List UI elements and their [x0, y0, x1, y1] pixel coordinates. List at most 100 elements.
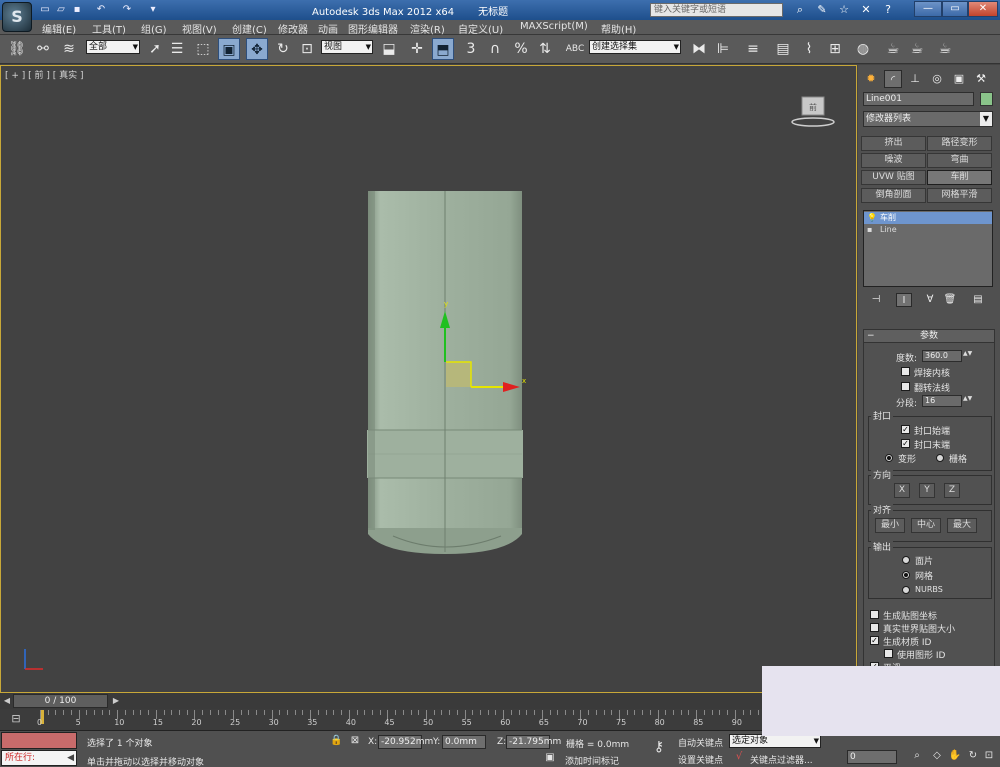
x-coord-field[interactable]: -20.952mm: [378, 735, 433, 749]
utilities-tab-icon[interactable]: ⚒: [972, 70, 990, 88]
modifier-noise-button[interactable]: 噪波: [861, 153, 926, 168]
align-center-button[interactable]: 中心: [911, 518, 941, 533]
cap-end-checkbox[interactable]: ✓: [901, 439, 910, 448]
menu-modifiers[interactable]: 修改器: [278, 21, 308, 36]
stack-item-line[interactable]: ▪ Line: [864, 224, 992, 236]
grid-radio[interactable]: [936, 454, 944, 462]
rendered-frame-window-icon[interactable]: ☕: [906, 38, 928, 60]
mesh-radio[interactable]: [902, 571, 910, 579]
direction-x-button[interactable]: X: [894, 483, 910, 498]
time-slider-thumb[interactable]: 0 / 100: [13, 694, 108, 708]
render-production-icon[interactable]: ☕: [934, 38, 956, 60]
undo-icon[interactable]: ↶: [94, 2, 108, 18]
star-icon[interactable]: ☆: [836, 2, 852, 18]
cap-start-checkbox[interactable]: ✓: [901, 425, 910, 434]
display-tab-icon[interactable]: ▣: [950, 70, 968, 88]
modifier-path-deform-button[interactable]: 路径变形: [927, 136, 992, 151]
select-manipulate-icon[interactable]: ✛: [406, 38, 428, 60]
modifier-bevel-profile-button[interactable]: 倒角剖面: [861, 188, 926, 203]
direction-y-button[interactable]: Y: [919, 483, 935, 498]
material-editor-icon[interactable]: ◍: [852, 38, 874, 60]
set-key-button[interactable]: 设置关键点: [678, 753, 723, 766]
schematic-view-icon[interactable]: ⊞: [824, 38, 846, 60]
absolute-mode-icon[interactable]: ⊠: [349, 735, 361, 747]
segments-spinner[interactable]: 16: [922, 395, 962, 407]
nurbs-radio[interactable]: [902, 586, 910, 594]
window-crossing-icon[interactable]: ▣: [218, 38, 240, 60]
select-and-scale-icon[interactable]: ⊡: [296, 38, 318, 60]
restore-button[interactable]: ▭: [942, 1, 968, 17]
direction-z-button[interactable]: Z: [944, 483, 960, 498]
menu-rendering[interactable]: 渲染(R): [410, 21, 445, 36]
field-of-view-icon[interactable]: ◇: [930, 750, 944, 764]
pivot-center-icon[interactable]: ⬓: [378, 38, 400, 60]
current-frame-field[interactable]: 0: [847, 750, 897, 764]
align-icon[interactable]: ⊫: [712, 38, 734, 60]
edit-named-selection-icon[interactable]: ABC: [564, 38, 586, 60]
quick-access-dropdown-icon[interactable]: ▾: [146, 2, 160, 18]
use-shape-id-checkbox[interactable]: [884, 649, 893, 658]
weld-core-checkbox[interactable]: [901, 367, 910, 376]
menu-help[interactable]: 帮助(H): [601, 21, 636, 36]
reference-coordinate-dropdown[interactable]: 视图: [321, 40, 373, 54]
modifier-bend-button[interactable]: 弯曲: [927, 153, 992, 168]
unlink-icon[interactable]: ⚯: [32, 38, 54, 60]
auto-key-button[interactable]: 自动关键点: [678, 736, 723, 749]
spinner-arrows-icon[interactable]: ▲▼: [963, 396, 972, 408]
keyboard-shortcut-override-icon[interactable]: ⬒: [432, 38, 454, 60]
help-icon[interactable]: ?: [880, 2, 896, 18]
render-setup-icon[interactable]: ☕: [882, 38, 904, 60]
select-and-move-icon[interactable]: ✥: [246, 38, 268, 60]
minimize-button[interactable]: —: [914, 1, 942, 17]
modifier-uvw-map-button[interactable]: UVW 贴图: [861, 170, 926, 185]
expand-icon[interactable]: ▪: [867, 224, 872, 236]
degrees-spinner[interactable]: 360.0: [922, 350, 962, 362]
real-world-checkbox[interactable]: [870, 623, 879, 632]
percent-snap-icon[interactable]: %: [510, 38, 532, 60]
object-name-field[interactable]: Line001: [863, 92, 974, 106]
menu-tools[interactable]: 工具(T): [92, 21, 126, 36]
lathe-object[interactable]: y x: [1, 66, 858, 694]
stack-item-lathe[interactable]: 💡 车削: [864, 212, 992, 224]
menu-animation[interactable]: 动画: [318, 21, 338, 36]
motion-tab-icon[interactable]: ◎: [928, 70, 946, 88]
menu-views[interactable]: 视图(V): [182, 21, 217, 36]
mirror-icon[interactable]: ⧓: [688, 38, 710, 60]
select-and-rotate-icon[interactable]: ↻: [272, 38, 294, 60]
binoculars-icon[interactable]: ⌕: [792, 2, 808, 18]
select-object-icon[interactable]: ➚: [144, 38, 166, 60]
maxscript-listener-mini[interactable]: [1, 732, 77, 749]
menu-customize[interactable]: 自定义(U): [458, 21, 503, 36]
lightbulb-icon[interactable]: 💡: [867, 212, 877, 224]
menu-group[interactable]: 组(G): [141, 21, 167, 36]
modifier-extrude-button[interactable]: 挤出: [861, 136, 926, 151]
patch-radio[interactable]: [902, 556, 910, 564]
link-icon[interactable]: ⛓: [6, 38, 28, 60]
time-tag-icon[interactable]: ▣: [543, 752, 557, 765]
spinner-arrows-icon[interactable]: ▲▼: [963, 351, 972, 363]
make-unique-icon[interactable]: ∀: [922, 293, 938, 307]
hierarchy-tab-icon[interactable]: ⊥: [906, 70, 924, 88]
selection-filter-dropdown[interactable]: 全部: [86, 40, 140, 54]
previous-frame-icon[interactable]: ◀: [1, 695, 13, 707]
orbit-icon[interactable]: ↻: [966, 750, 980, 764]
modifier-list-dropdown[interactable]: 修改器列表 ▼: [863, 111, 993, 127]
menu-edit[interactable]: 编辑(E): [42, 21, 76, 36]
maximize-viewport-icon[interactable]: ⊡: [982, 750, 996, 764]
menu-graph-editors[interactable]: 图形编辑器: [348, 21, 398, 36]
morph-radio[interactable]: [885, 454, 893, 462]
wrench-icon[interactable]: ✎: [814, 2, 830, 18]
create-tab-icon[interactable]: ✹: [862, 70, 880, 88]
modifier-lathe-button[interactable]: 车削: [927, 170, 992, 185]
object-color-swatch[interactable]: [980, 92, 993, 106]
z-coord-field[interactable]: -21.795mm: [506, 735, 561, 749]
lock-selection-icon[interactable]: 🔒: [330, 735, 342, 747]
show-end-result-icon[interactable]: Ⅰ: [896, 293, 912, 307]
app-logo-icon[interactable]: S: [2, 2, 32, 32]
save-file-icon[interactable]: ▪: [70, 2, 84, 18]
select-by-name-icon[interactable]: ☰: [166, 38, 188, 60]
angle-snap-icon[interactable]: ∩: [484, 38, 506, 60]
named-selection-dropdown[interactable]: 创建选择集: [589, 40, 681, 54]
close-search-icon[interactable]: ✕: [858, 2, 874, 18]
rectangle-selection-icon[interactable]: ⬚: [192, 38, 214, 60]
